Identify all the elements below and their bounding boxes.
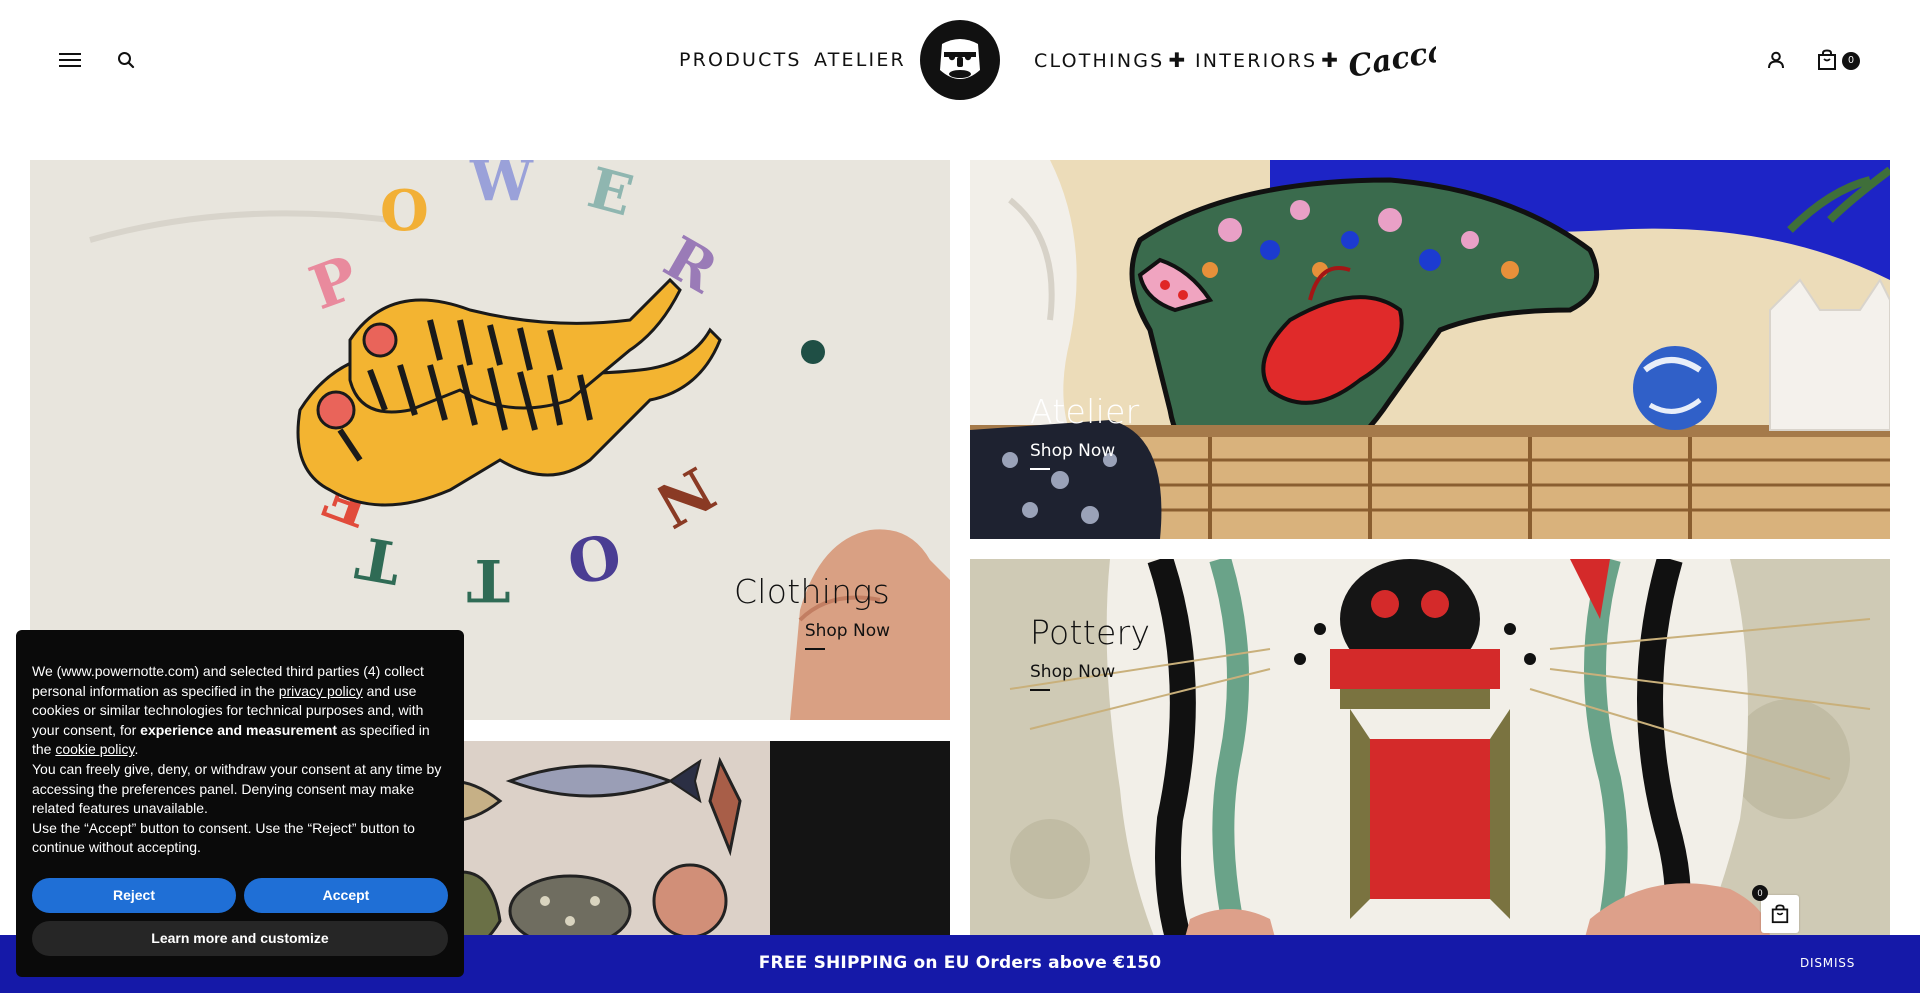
nav-atelier[interactable]: ATELIER [814, 48, 906, 72]
tile-atelier[interactable]: Atelier Shop Now [970, 160, 1890, 539]
clothings-caption: Clothings Shop Now [733, 572, 890, 650]
cookie-consent-banner: We (www.powernotte.com) and selected thi… [16, 630, 464, 977]
cart-count-badge: 0 [1842, 52, 1860, 70]
nav-interiors[interactable]: INTERIORS ✚ [1195, 48, 1340, 73]
site-header: PRODUCTS ATELIER CLOTHINGS ✚ INTERIORS ✚ C… [0, 0, 1920, 120]
nav-clothings[interactable]: CLOTHINGS ✚ [1034, 48, 1187, 73]
floating-cart-button[interactable] [1761, 895, 1799, 933]
cookie-accept-text: Use the “Accept” button to consent. Use … [32, 819, 415, 856]
cookie-text-part: . [134, 741, 139, 758]
privacy-policy-link[interactable]: privacy policy [279, 683, 363, 699]
atelier-painting-image [970, 160, 1890, 539]
nav-interiors-label: INTERIORS [1195, 50, 1318, 72]
svg-text:O: O [380, 178, 429, 244]
atelier-shop-now-link[interactable]: Shop Now [1030, 440, 1115, 470]
menu-icon[interactable] [56, 46, 84, 74]
cookie-button-row: Reject Accept [32, 878, 448, 913]
plus-icon: ✚ [1168, 48, 1188, 72]
script-logo[interactable]: Cacca [1344, 33, 1450, 85]
accept-button[interactable]: Accept [244, 878, 448, 913]
reject-button[interactable]: Reject [32, 878, 236, 913]
clothings-shop-now-link[interactable]: Shop Now [804, 620, 890, 650]
cookie-policy-link[interactable]: cookie policy [55, 741, 134, 757]
bag-icon[interactable] [1812, 45, 1842, 75]
brand-face-logo[interactable] [920, 20, 1000, 100]
atelier-title: Atelier [1030, 392, 1140, 431]
cookie-notice-text: We (www.powernotte.com) and selected thi… [32, 662, 448, 760]
cookie-consent-text: You can freely give, deny, or withdraw y… [32, 760, 442, 817]
learn-more-customize-button[interactable]: Learn more and customize [32, 921, 448, 956]
script-logo-text: Cacca [1346, 36, 1436, 84]
dismiss-button[interactable]: DISMISS [1800, 956, 1855, 970]
cookie-purpose-bold: experience and measurement [140, 721, 338, 738]
nav-products[interactable]: PRODUCTS [679, 48, 802, 72]
cookie-buttons: Reject Accept Learn more and customize [32, 878, 448, 956]
tile-pottery[interactable]: Pottery Shop Now [970, 559, 1890, 993]
atelier-caption: Atelier Shop Now [1030, 392, 1140, 470]
user-icon[interactable] [1762, 46, 1790, 74]
clothings-title: Clothings [733, 572, 890, 611]
pottery-title: Pottery [1030, 613, 1151, 652]
svg-text:T: T [467, 546, 510, 614]
svg-text:W: W [469, 160, 534, 214]
bag-icon [1771, 904, 1789, 924]
plus-icon: ✚ [1321, 48, 1341, 72]
search-icon[interactable] [112, 46, 140, 74]
floating-cart-count: 0 [1752, 885, 1768, 901]
pottery-caption: Pottery Shop Now [1030, 613, 1151, 691]
nav-clothings-label: CLOTHINGS [1034, 50, 1165, 72]
pottery-shop-now-link[interactable]: Shop Now [1030, 661, 1115, 691]
